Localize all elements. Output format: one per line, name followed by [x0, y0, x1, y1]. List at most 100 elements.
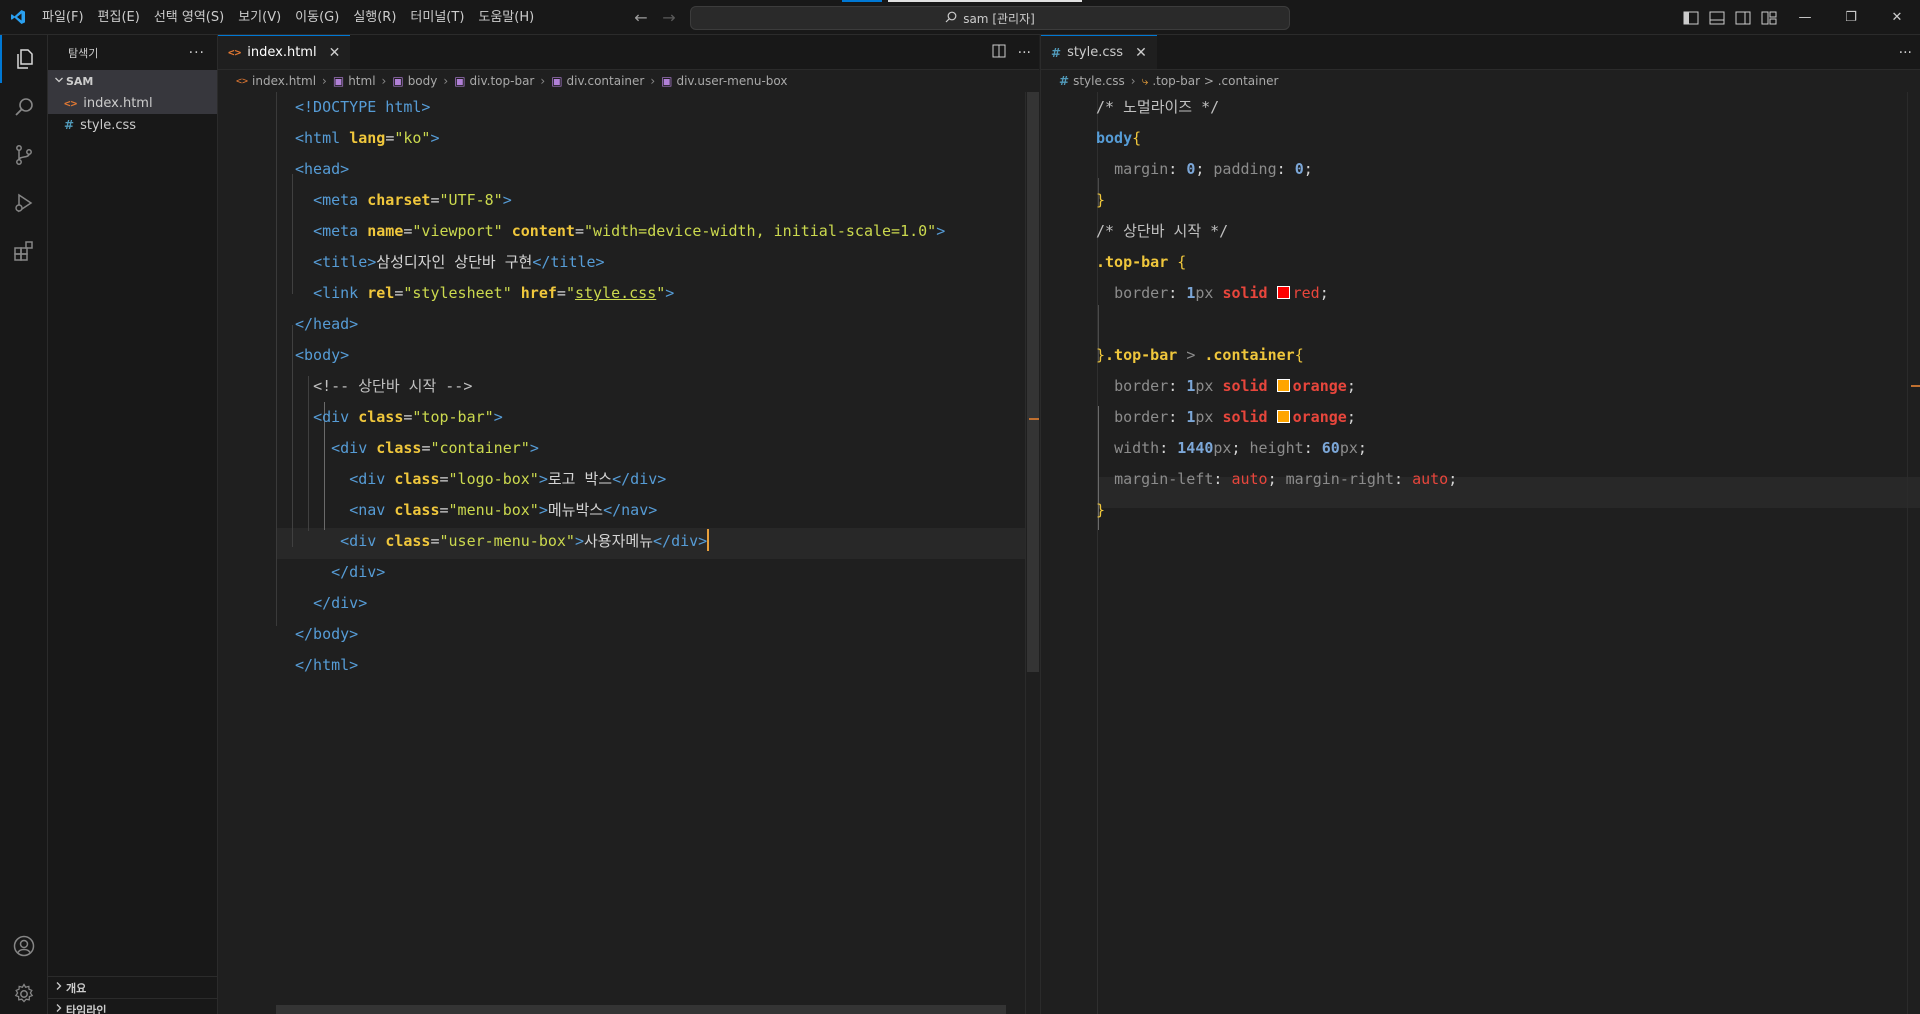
back-arrow-icon[interactable]: ← [630, 7, 652, 29]
html-file-icon: <> [64, 96, 78, 110]
unit-token: px [1213, 439, 1232, 457]
doctype-token: <!DOCTYPE html> [295, 98, 431, 116]
tab-index-html[interactable]: <> index.html ✕ [218, 35, 351, 69]
command-center-search[interactable]: sam [관리자] [690, 6, 1290, 30]
breadcrumb-item[interactable]: div.container [567, 74, 645, 88]
value-token: solid [1222, 284, 1268, 302]
color-swatch-orange[interactable] [1276, 379, 1290, 392]
close-tab-icon[interactable]: ✕ [329, 45, 341, 61]
chevron-right-icon: › [443, 74, 449, 88]
menu-selection[interactable]: 선택 영역(S) [147, 0, 231, 35]
code-line: <!DOCTYPE html> [295, 92, 945, 123]
forward-arrow-icon[interactable]: → [658, 7, 680, 29]
breadcrumb: <> index.html › ▣ html › ▣ body › ▣ div.… [218, 70, 1039, 92]
color-swatch-orange[interactable] [1276, 410, 1290, 423]
menu-help[interactable]: 도움말(H) [471, 0, 541, 35]
menu-go[interactable]: 이동(G) [288, 0, 346, 35]
unit-token: px [1339, 439, 1358, 457]
css-file-icon: # [1059, 74, 1070, 88]
menu-view[interactable]: 보기(V) [231, 0, 288, 35]
code-line: margin-left: auto; margin-right: auto; [1114, 470, 1458, 488]
property-token: border [1114, 408, 1169, 426]
code-line: </div> [313, 594, 368, 612]
timeline-section[interactable]: 타임라인 [48, 998, 218, 1014]
menu-file[interactable]: 파일(F) [35, 0, 91, 35]
accounts-icon[interactable] [0, 922, 48, 970]
customize-layout-icon[interactable] [1758, 7, 1780, 29]
value-token: red [1292, 284, 1320, 302]
editor-group-right: # style.css ✕ ··· # style.css › ⤷ .top-b… [1040, 35, 1920, 1014]
chevron-right-icon: › [1130, 74, 1136, 88]
code-line: width: 1440px; height: 60px; [1114, 439, 1367, 457]
breadcrumb-item[interactable]: index.html [252, 74, 316, 88]
unit-token: px [1195, 284, 1214, 302]
breadcrumb-item[interactable]: .top-bar > .container [1152, 74, 1278, 88]
file-label: index.html [83, 95, 153, 111]
property-token: height [1249, 439, 1304, 457]
outline-section[interactable]: 개요 [48, 976, 218, 998]
value-token: solid [1222, 377, 1268, 395]
extensions-icon[interactable] [0, 227, 48, 275]
toggle-primary-sidebar-icon[interactable] [1680, 7, 1702, 29]
css-code-lines[interactable]: /* 노멀라이즈 */ body{ margin: 0; padding: 0;… [1096, 92, 1457, 526]
breadcrumb-item[interactable]: div.top-bar [470, 74, 535, 88]
manage-gear-icon[interactable] [0, 970, 48, 1014]
property-token: margin-left [1114, 470, 1214, 488]
horizontal-scrollbar-thumb[interactable] [276, 1005, 1006, 1014]
comment-token: /* 상단바 시작 */ [1096, 222, 1229, 240]
menu-edit[interactable]: 편집(E) [91, 0, 147, 35]
menu-run[interactable]: 실행(R) [346, 0, 403, 35]
breadcrumb-item[interactable]: div.user-menu-box [676, 74, 787, 88]
more-actions-icon[interactable]: ··· [1899, 45, 1912, 61]
close-window-icon[interactable]: ✕ [1874, 0, 1920, 35]
title-accent [842, 0, 1082, 2]
attr-value: "UTF-8" [439, 191, 503, 209]
menu-terminal[interactable]: 터미널(T) [403, 0, 471, 35]
source-control-icon[interactable] [0, 131, 48, 179]
editor-scrollbar[interactable] [1025, 92, 1039, 1014]
html-file-icon: <> [228, 46, 242, 59]
html-code-lines[interactable]: <!DOCTYPE html> <html lang="ko"> <head> … [295, 92, 945, 681]
tab-label: style.css [1067, 45, 1124, 60]
value-token: auto [1231, 470, 1268, 488]
run-debug-icon[interactable] [0, 179, 48, 227]
property-token: width [1114, 439, 1160, 457]
link-href[interactable]: style.css [575, 284, 656, 302]
attr-value: "stylesheet" [403, 284, 512, 302]
editor-scrollbar[interactable] [1907, 92, 1920, 1014]
close-tab-icon[interactable]: ✕ [1135, 45, 1147, 61]
code-line: <meta charset="UTF-8"> [313, 191, 512, 209]
toggle-panel-icon[interactable] [1706, 7, 1728, 29]
property-token: border [1114, 284, 1169, 302]
code-line: border: 1px solid orange; [1114, 408, 1356, 426]
folder-sam[interactable]: SAM [48, 70, 217, 92]
tab-style-css[interactable]: # style.css ✕ [1041, 35, 1157, 69]
gutter-border [276, 92, 277, 626]
overview-ruler-marker [1911, 385, 1920, 387]
breadcrumb-item[interactable]: style.css [1073, 74, 1125, 88]
breadcrumb-item[interactable]: html [348, 74, 375, 88]
search-icon[interactable] [0, 83, 48, 131]
code-line: .top-bar { [1096, 253, 1187, 271]
split-editor-icon[interactable] [992, 44, 1006, 62]
more-actions-icon[interactable]: ··· [1018, 45, 1031, 61]
color-swatch-red[interactable] [1276, 286, 1290, 299]
explorer-icon[interactable] [0, 35, 48, 83]
number-token: 0 [1186, 160, 1196, 178]
file-style-css[interactable]: # style.css [48, 114, 217, 136]
file-index-html[interactable]: <> index.html [48, 92, 217, 114]
chevron-down-icon [52, 75, 66, 88]
restore-window-icon[interactable]: ❐ [1828, 0, 1874, 35]
more-actions-icon[interactable]: ··· [189, 45, 205, 61]
vscode-logo-icon [0, 0, 35, 35]
breadcrumb: # style.css › ⤷ .top-bar > .container [1041, 70, 1920, 92]
code-line: <meta name="viewport" content="width=dev… [313, 222, 946, 240]
breadcrumb-item[interactable]: body [408, 74, 438, 88]
scrollbar-thumb[interactable] [1027, 92, 1039, 672]
toggle-secondary-sidebar-icon[interactable] [1732, 7, 1754, 29]
attr-value: "width=device-width, initial-scale=1.0" [584, 222, 937, 240]
comment-token: <!-- 상단바 시작 --> [313, 377, 473, 395]
explorer-sidebar: 탐색기 ··· SAM <> index.html # style.css 개요… [48, 35, 218, 1014]
symbol-element-icon: ▣ [392, 74, 404, 88]
minimize-window-icon[interactable]: — [1782, 0, 1828, 35]
